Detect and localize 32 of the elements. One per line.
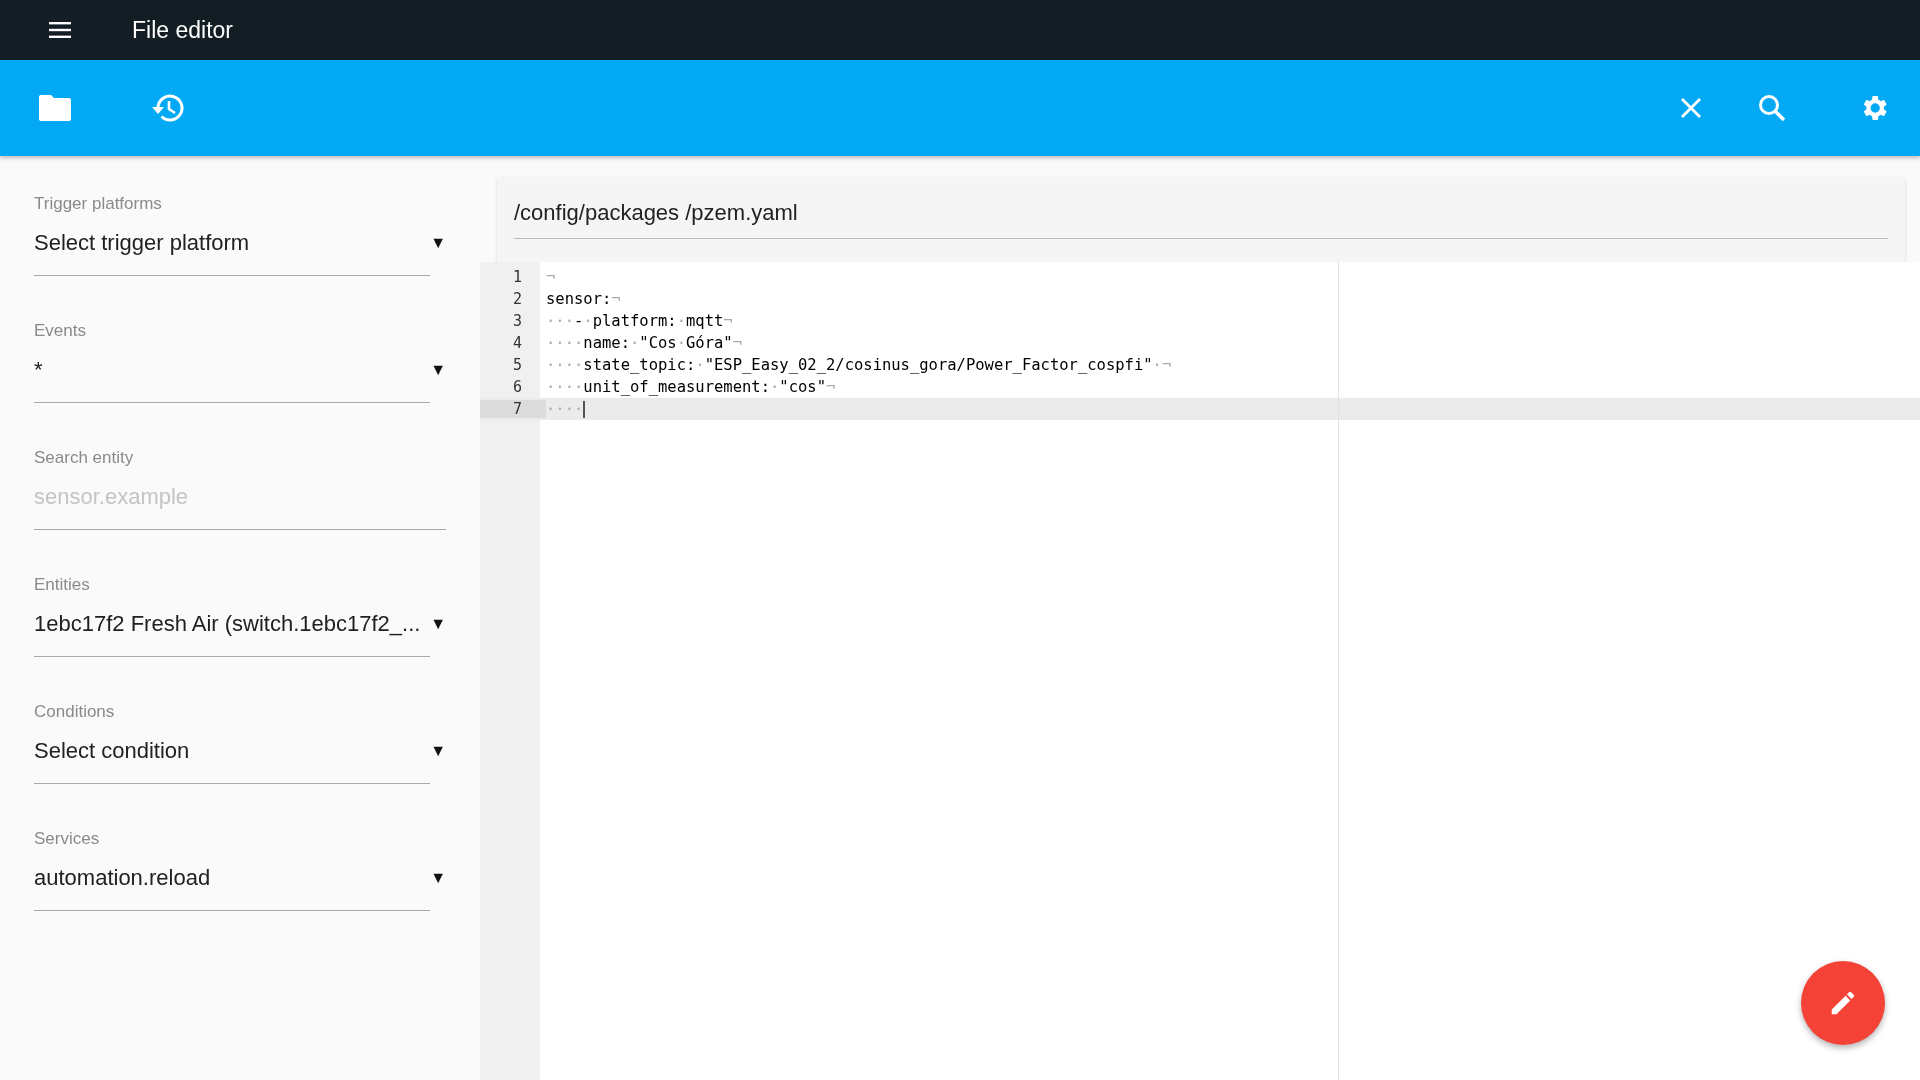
folder-icon: [39, 95, 71, 121]
line-number: 7: [480, 400, 546, 418]
search-icon: [1758, 94, 1786, 122]
menu-icon: [49, 22, 71, 38]
field-label: Events: [34, 321, 87, 341]
field-label: Entities: [34, 575, 91, 595]
line-number: 5: [511, 356, 523, 374]
code-editor[interactable]: 1 ¬ 2 sensor:¬ 3 ···-·platform:·mqtt¬ 4 ····name:·"Cos·Góra"¬ 5 ····state_topic:·"ESP_Easy_02_2/cosinus_gora/Power_Factor_cospfi"·¬ 6 ····unit_of_measurement:·"cos"¬ 7 ····: [480, 262, 1920, 1080]
search-button[interactable]: [1758, 94, 1786, 122]
code-line: ····: [546, 400, 586, 418]
close-button[interactable]: [1680, 97, 1702, 119]
code-line: ····state_topic:·"ESP_Easy_02_2/cosinus_gora/Power_Factor_cospfi"·¬: [546, 356, 1172, 374]
code-line: ···-·platform:·mqtt¬: [546, 312, 733, 330]
field-label: Trigger platforms: [34, 194, 163, 214]
field-label: Services: [34, 829, 101, 849]
line-number: 4: [511, 334, 523, 352]
line-number: 3: [511, 312, 523, 330]
folder-button[interactable]: [39, 95, 71, 121]
field-label: Search entity: [34, 448, 135, 468]
field-label: Conditions: [34, 702, 116, 722]
code-line: sensor:¬: [546, 290, 621, 308]
file-path: /config/packages /pzem.yaml: [514, 178, 1888, 239]
line-number: 1: [511, 268, 523, 286]
line-number: 6: [511, 378, 523, 396]
line-number: 2: [511, 290, 523, 308]
code-line: ····name:·"Cos·Góra"¬: [546, 334, 743, 352]
close-icon: [1680, 97, 1702, 119]
app-title: File editor: [132, 16, 233, 44]
history-icon: [150, 93, 184, 123]
history-button[interactable]: [150, 93, 184, 123]
code-line: ¬: [546, 268, 556, 286]
code-line: ····unit_of_measurement:·"cos"¬: [546, 378, 836, 396]
